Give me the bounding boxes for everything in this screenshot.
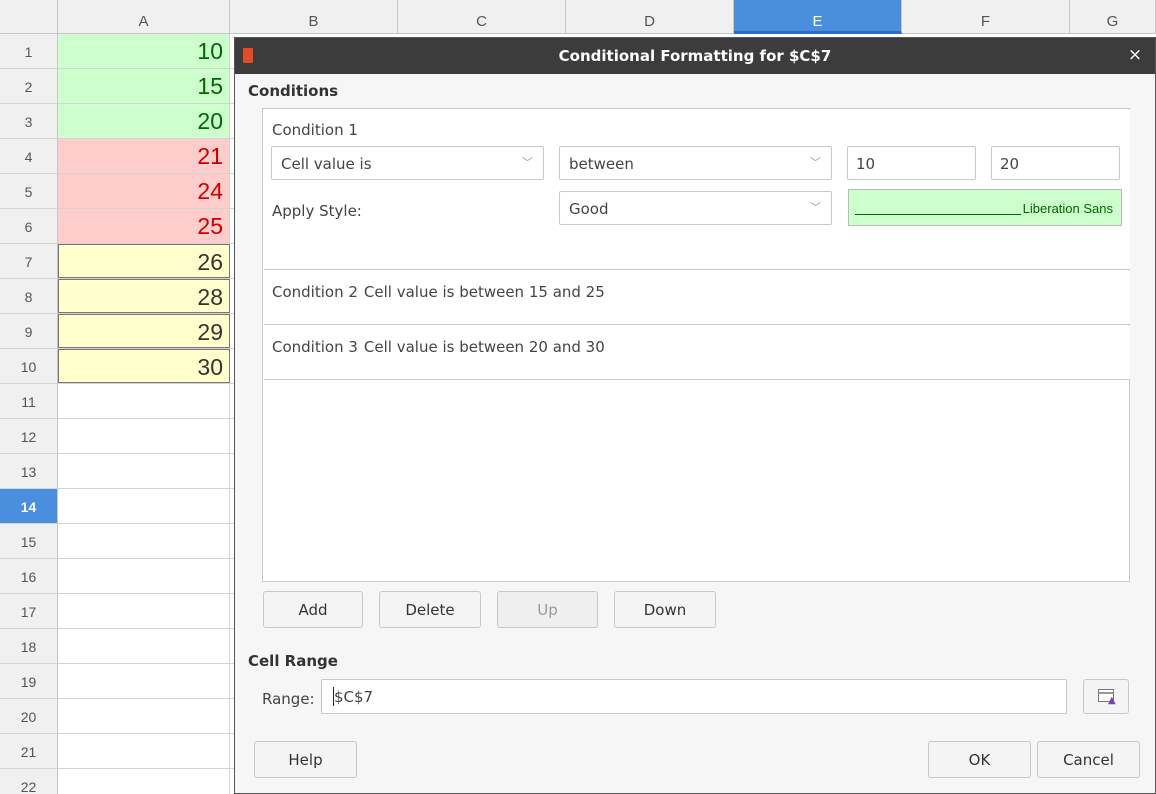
help-button[interactable]: Help — [254, 741, 357, 778]
value2-text: 20 — [1000, 155, 1020, 173]
condition-2-label: Condition 2 — [272, 283, 358, 301]
conditions-heading: Conditions — [248, 82, 339, 100]
range-label: Range: — [262, 690, 315, 708]
row-header-8[interactable]: 8 — [0, 279, 58, 314]
row-header-13[interactable]: 13 — [0, 454, 58, 489]
condition-3-description: Cell value is between 20 and 30 — [363, 338, 605, 356]
cell-a13[interactable] — [58, 454, 230, 488]
row-header-17[interactable]: 17 — [0, 594, 58, 629]
column-header-d[interactable]: D — [566, 0, 734, 34]
row-header-6[interactable]: 6 — [0, 209, 58, 244]
column-header-c[interactable]: C — [398, 0, 566, 34]
cell-a19[interactable] — [58, 664, 230, 698]
dialog-titlebar: Conditional Formatting for $C$7 × — [235, 38, 1155, 74]
column-header-a[interactable]: A — [58, 0, 230, 34]
row-header-7[interactable]: 7 — [0, 244, 58, 279]
text-caret — [333, 687, 334, 706]
cell-a1[interactable]: 10 — [58, 34, 230, 68]
cell-a14[interactable] — [58, 489, 230, 523]
chevron-down-icon: ﹀ — [810, 156, 821, 169]
row-header-19[interactable]: 19 — [0, 664, 58, 699]
row-header-21[interactable]: 21 — [0, 734, 58, 769]
condition-2-description: Cell value is between 15 and 25 — [363, 283, 605, 301]
cell-a7[interactable]: 26 — [58, 244, 230, 278]
cell-a11[interactable] — [58, 384, 230, 418]
condition-1-panel[interactable]: Condition 1 Cell value is ﹀ between ﹀ 10… — [264, 110, 1130, 270]
select-all-corner[interactable] — [0, 0, 58, 34]
cancel-button[interactable]: Cancel — [1037, 741, 1140, 778]
row-header-4[interactable]: 4 — [0, 139, 58, 174]
value2-input[interactable]: 20 — [991, 146, 1120, 180]
dialog-title: Conditional Formatting for $C$7 — [558, 47, 832, 65]
arrow-up-icon: ▲ — [1108, 695, 1116, 706]
row-header-22[interactable]: 22 — [0, 769, 58, 794]
down-button[interactable]: Down — [614, 591, 716, 628]
operator-select[interactable]: between ﹀ — [559, 146, 832, 180]
chevron-down-icon: ﹀ — [522, 156, 533, 169]
apply-style-value: Good — [569, 200, 609, 218]
value1-input[interactable]: 10 — [847, 146, 976, 180]
cell-a15[interactable] — [58, 524, 230, 558]
row-header-3[interactable]: 3 — [0, 104, 58, 139]
cell-a17[interactable] — [58, 594, 230, 628]
column-headers: ABCDEFG — [58, 0, 1156, 34]
cell-a3[interactable]: 20 — [58, 104, 230, 138]
conditional-formatting-dialog: Conditional Formatting for $C$7 × Condit… — [234, 37, 1156, 794]
delete-button[interactable]: Delete — [379, 591, 481, 628]
row-header-9[interactable]: 9 — [0, 314, 58, 349]
conditions-list: Condition 1 Cell value is ﹀ between ﹀ 10… — [262, 108, 1130, 582]
preview-font-name: Liberation Sans — [1020, 201, 1115, 216]
ok-button[interactable]: OK — [928, 741, 1031, 778]
column-header-e[interactable]: E — [734, 0, 902, 34]
cell-a5[interactable]: 24 — [58, 174, 230, 208]
row-header-10[interactable]: 10 — [0, 349, 58, 384]
row-header-18[interactable]: 18 — [0, 629, 58, 664]
condition-1-label: Condition 1 — [272, 121, 358, 139]
condition-3-row[interactable]: Condition 3 Cell value is between 20 and … — [264, 326, 1130, 380]
apply-style-select[interactable]: Good ﹀ — [559, 191, 832, 225]
shrink-range-button[interactable]: ▲ — [1083, 679, 1129, 714]
column-header-f[interactable]: F — [902, 0, 1070, 34]
cell-a16[interactable] — [58, 559, 230, 593]
cell-a6[interactable]: 25 — [58, 209, 230, 243]
row-headers: 1 2 3 4 5 6 7 8 9 10 11 12 13 14 15 16 17 18 19 20 21 22 — [0, 34, 58, 794]
row-header-2[interactable]: 2 — [0, 69, 58, 104]
condition-2-row[interactable]: Condition 2 Cell value is between 15 and … — [264, 271, 1130, 325]
row-header-5[interactable]: 5 — [0, 174, 58, 209]
chevron-down-icon: ﹀ — [810, 201, 821, 214]
cell-a22[interactable] — [58, 769, 230, 794]
cell-a10[interactable]: 30 — [58, 349, 230, 383]
column-header-b[interactable]: B — [230, 0, 398, 34]
cell-a4[interactable]: 21 — [58, 139, 230, 173]
style-preview: Liberation Sans — [848, 189, 1122, 226]
cell-a8[interactable]: 28 — [58, 279, 230, 313]
cell-a18[interactable] — [58, 629, 230, 663]
row-header-1[interactable]: 1 — [0, 34, 58, 69]
cell-a21[interactable] — [58, 734, 230, 768]
apply-style-label: Apply Style: — [272, 202, 362, 220]
cell-range-heading: Cell Range — [248, 652, 338, 670]
column-header-g[interactable]: G — [1070, 0, 1156, 34]
value1-text: 10 — [856, 155, 876, 173]
row-header-11[interactable]: 11 — [0, 384, 58, 419]
operator-value: between — [569, 155, 634, 173]
up-button[interactable]: Up — [497, 591, 598, 628]
condition-type-value: Cell value is — [281, 155, 372, 173]
cell-a12[interactable] — [58, 419, 230, 453]
add-button[interactable]: Add — [263, 591, 363, 628]
row-header-16[interactable]: 16 — [0, 559, 58, 594]
row-header-15[interactable]: 15 — [0, 524, 58, 559]
row-header-20[interactable]: 20 — [0, 699, 58, 734]
cell-a2[interactable]: 15 — [58, 69, 230, 103]
cell-a9[interactable]: 29 — [58, 314, 230, 348]
close-icon[interactable]: × — [1125, 45, 1145, 67]
range-input[interactable]: $C$7 — [321, 679, 1067, 714]
condition-3-label: Condition 3 — [272, 338, 358, 356]
range-value: $C$7 — [334, 688, 374, 706]
row-header-14[interactable]: 14 — [0, 489, 58, 524]
cell-a20[interactable] — [58, 699, 230, 733]
condition-type-select[interactable]: Cell value is ﹀ — [271, 146, 544, 180]
row-header-12[interactable]: 12 — [0, 419, 58, 454]
